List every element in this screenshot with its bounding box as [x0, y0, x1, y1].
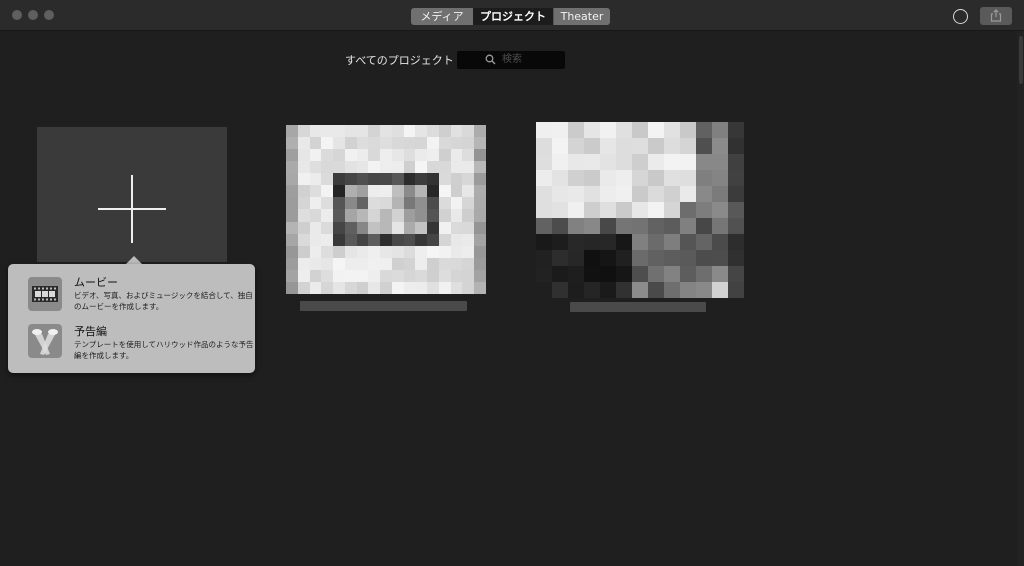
vertical-scrollbar[interactable]: [1017, 31, 1024, 566]
view-switcher: メディア プロジェクト Theater: [411, 8, 610, 25]
trailer-spotlight-icon: [28, 324, 62, 358]
search-placeholder: 検索: [502, 54, 522, 65]
project-filter-dropdown[interactable]: すべてのプロジェクト: [345, 53, 465, 69]
scrollbar-thumb[interactable]: [1019, 36, 1023, 84]
option-movie-description: ビデオ、写真、およびミュージックを結合して、独自のムービーを作成します。: [74, 291, 253, 311]
project-title-redacted[interactable]: [300, 301, 467, 311]
close-window-button[interactable]: [12, 10, 22, 20]
activity-indicator-icon[interactable]: [953, 9, 968, 24]
minimize-window-button[interactable]: [28, 10, 38, 20]
option-trailer[interactable]: 予告編 テンプレートを使用してハリウッド作品のような予告編を作成します。: [8, 318, 255, 373]
zoom-window-button[interactable]: [44, 10, 54, 20]
option-movie-title: ムービー: [74, 276, 118, 289]
project-title-redacted[interactable]: [570, 302, 706, 312]
share-icon: [990, 9, 1002, 22]
new-project-popover: ムービー ビデオ、写真、およびミュージックを結合して、独自のムービーを作成します…: [8, 264, 255, 373]
share-button[interactable]: [980, 7, 1012, 25]
title-bar: メディア プロジェクト Theater: [0, 0, 1024, 31]
option-trailer-description: テンプレートを使用してハリウッド作品のような予告編を作成します。: [74, 340, 254, 360]
search-field[interactable]: 検索: [457, 51, 565, 69]
tab-projects[interactable]: プロジェクト: [473, 8, 553, 25]
project-thumbnail[interactable]: [536, 122, 744, 298]
filter-label: すべてのプロジェクト: [345, 54, 454, 67]
imovie-window: メディア プロジェクト Theater すべてのプロジェクト 検索 ムービー ビ…: [0, 0, 1024, 566]
film-strip-icon: [28, 277, 62, 311]
search-icon: [485, 54, 496, 65]
new-project-tile[interactable]: [37, 127, 227, 262]
tab-theater[interactable]: Theater: [553, 8, 610, 25]
tab-media[interactable]: メディア: [411, 8, 473, 25]
option-movie[interactable]: ムービー ビデオ、写真、およびミュージックを結合して、独自のムービーを作成します…: [8, 264, 255, 318]
option-trailer-title: 予告編: [74, 325, 107, 338]
project-thumbnail[interactable]: [286, 125, 486, 294]
